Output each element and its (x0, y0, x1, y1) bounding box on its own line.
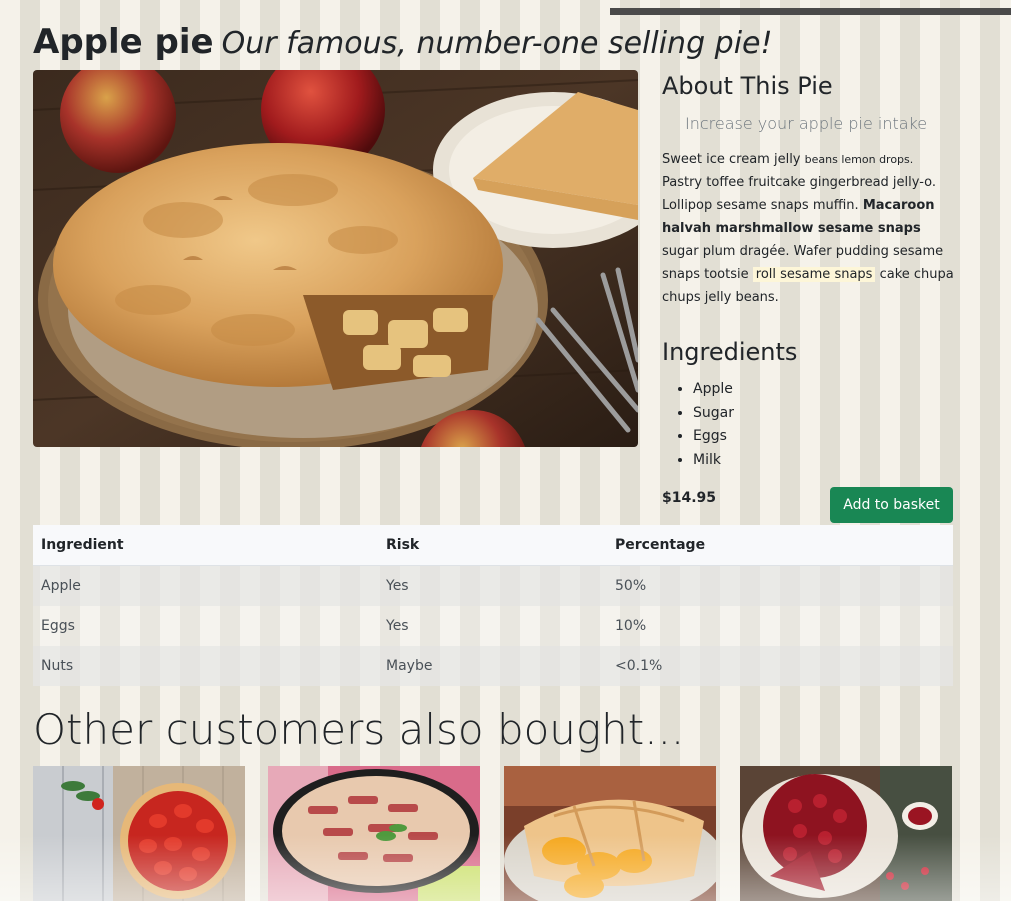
about-description: Sweet ice cream jelly beans lemon drops.… (662, 148, 954, 309)
ingredient-risk-table: Ingredient Risk Percentage Apple Yes 50%… (33, 525, 953, 686)
about-section: About This Pie Increase your apple pie i… (662, 72, 954, 309)
strawberry-tart-image[interactable] (33, 766, 245, 901)
column-header-percentage: Percentage (607, 525, 953, 566)
table-header-row: Ingredient Risk Percentage (33, 525, 953, 566)
rhubarb-pie-image[interactable] (268, 766, 480, 901)
about-title: About This Pie (662, 72, 833, 100)
table-row: Apple Yes 50% (33, 565, 953, 606)
table-cell: Yes (378, 565, 607, 606)
table-row: Eggs Yes 10% (33, 606, 953, 646)
table-cell: Eggs (33, 606, 378, 646)
table-row: Nuts Maybe <0.1% (33, 646, 953, 686)
page-title: Apple pie (33, 22, 214, 62)
also-bought-title: Other customers also bought... (33, 705, 685, 754)
column-header-risk: Risk (378, 525, 607, 566)
table-cell: 50% (607, 565, 953, 606)
table-cell: Maybe (378, 646, 607, 686)
page-header: Apple pie Our famous, number-one selling … (33, 22, 773, 62)
product-hero-image (33, 70, 638, 447)
top-bar (610, 8, 1011, 15)
ingredient-item: Apple (693, 378, 734, 402)
table-cell: 10% (607, 606, 953, 646)
column-header-ingredient: Ingredient (33, 525, 378, 566)
table-cell: Yes (378, 606, 607, 646)
cherry-pie-image[interactable] (740, 766, 952, 901)
about-subtitle: Increase your apple pie intake (685, 114, 928, 133)
product-price: $14.95 (662, 490, 717, 506)
ingredients-title: Ingredients (662, 338, 798, 366)
table-cell: Nuts (33, 646, 378, 686)
ingredient-item: Eggs (693, 425, 734, 449)
desc-highlight-text: roll sesame snaps (752, 267, 876, 282)
ingredients-list: Apple Sugar Eggs Milk (662, 378, 734, 472)
product-tagline: Our famous, number-one selling pie! (221, 26, 773, 61)
desc-text-1: Sweet ice cream jelly (662, 152, 801, 167)
table-cell: <0.1% (607, 646, 953, 686)
ingredient-item: Milk (693, 449, 734, 473)
desc-text-small: beans lemon drops. (804, 153, 914, 166)
peach-pie-image[interactable] (504, 766, 716, 901)
add-to-basket-button[interactable]: Add to basket (830, 487, 953, 523)
table-cell: Apple (33, 565, 378, 606)
ingredient-item: Sugar (693, 402, 734, 426)
